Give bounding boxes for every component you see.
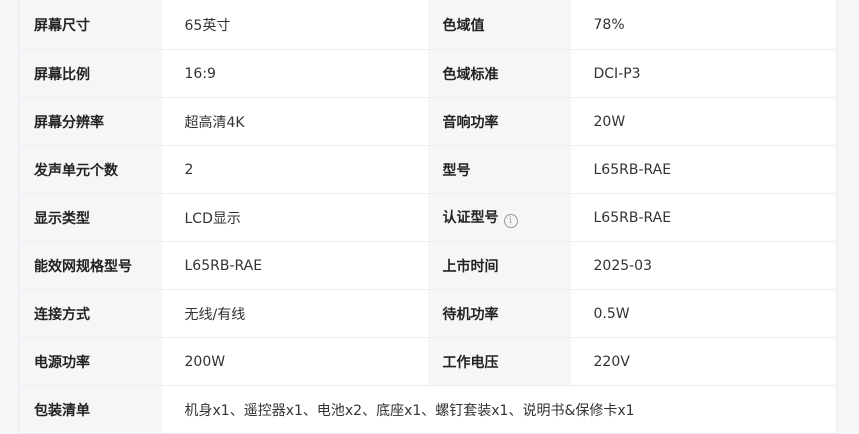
spec-value: L65RB-RAE <box>570 145 837 194</box>
spec-row-package: 包装清单 机身x1、遥控器x1、电池x2、底座x1、螺钉套装x1、说明书&保修卡… <box>18 385 837 434</box>
spec-row: 屏幕分辨率 超高清4K 音响功率 20W <box>18 97 837 146</box>
spec-row: 电源功率 200W 工作电压 220V <box>18 337 837 386</box>
spec-label: 发声单元个数 <box>18 145 162 194</box>
spec-row: 屏幕尺寸 65英寸 色域值 78% <box>18 0 837 50</box>
package-list-value: 机身x1、遥控器x1、电池x2、底座x1、螺钉套装x1、说明书&保修卡x1 <box>161 385 837 434</box>
spec-value: 20W <box>570 97 837 146</box>
spec-value: 16:9 <box>161 49 428 98</box>
spec-label-with-info: 认证型号 i <box>427 193 571 242</box>
spec-value: 无线/有线 <box>161 289 428 338</box>
spec-label: 工作电压 <box>427 337 571 386</box>
spec-label: 显示类型 <box>18 193 162 242</box>
package-list-label: 包装清单 <box>18 385 162 434</box>
spec-value: 超高清4K <box>161 97 428 146</box>
spec-label: 电源功率 <box>18 337 162 386</box>
spec-label-text: 认证型号 <box>442 210 499 226</box>
spec-label: 连接方式 <box>18 289 162 338</box>
spec-label: 色域值 <box>427 0 571 50</box>
spec-row: 显示类型 LCD显示 认证型号 i L65RB-RAE <box>18 193 837 242</box>
spec-label: 屏幕分辨率 <box>18 97 162 146</box>
spec-label: 屏幕尺寸 <box>18 0 162 50</box>
spec-row: 能效网规格型号 L65RB-RAE 上市时间 2025-03 <box>18 241 837 290</box>
spec-value: 220V <box>570 337 837 386</box>
spec-row: 发声单元个数 2 型号 L65RB-RAE <box>18 145 837 194</box>
spec-label: 型号 <box>427 145 571 194</box>
spec-label: 上市时间 <box>427 241 571 290</box>
spec-label: 待机功率 <box>427 289 571 338</box>
spec-value: 2025-03 <box>570 241 837 290</box>
spec-value: L65RB-RAE <box>161 241 428 290</box>
spec-value: L65RB-RAE <box>570 193 837 242</box>
spec-value: 65英寸 <box>161 0 428 50</box>
info-icon[interactable]: i <box>503 214 518 228</box>
spec-value: 78% <box>570 0 837 50</box>
spec-value: 2 <box>161 145 428 194</box>
spec-value: 0.5W <box>570 289 837 338</box>
spec-table: 屏幕尺寸 65英寸 色域值 78% 屏幕比例 16:9 色域标准 DCI-P3 … <box>18 0 837 434</box>
spec-label: 屏幕比例 <box>18 49 162 98</box>
spec-value: DCI-P3 <box>570 49 837 98</box>
spec-row: 屏幕比例 16:9 色域标准 DCI-P3 <box>18 49 837 98</box>
spec-label: 色域标准 <box>427 49 571 98</box>
spec-label: 音响功率 <box>427 97 571 146</box>
spec-row: 连接方式 无线/有线 待机功率 0.5W <box>18 289 837 338</box>
spec-value: 200W <box>161 337 428 386</box>
spec-label: 能效网规格型号 <box>18 241 162 290</box>
spec-value: LCD显示 <box>161 193 428 242</box>
